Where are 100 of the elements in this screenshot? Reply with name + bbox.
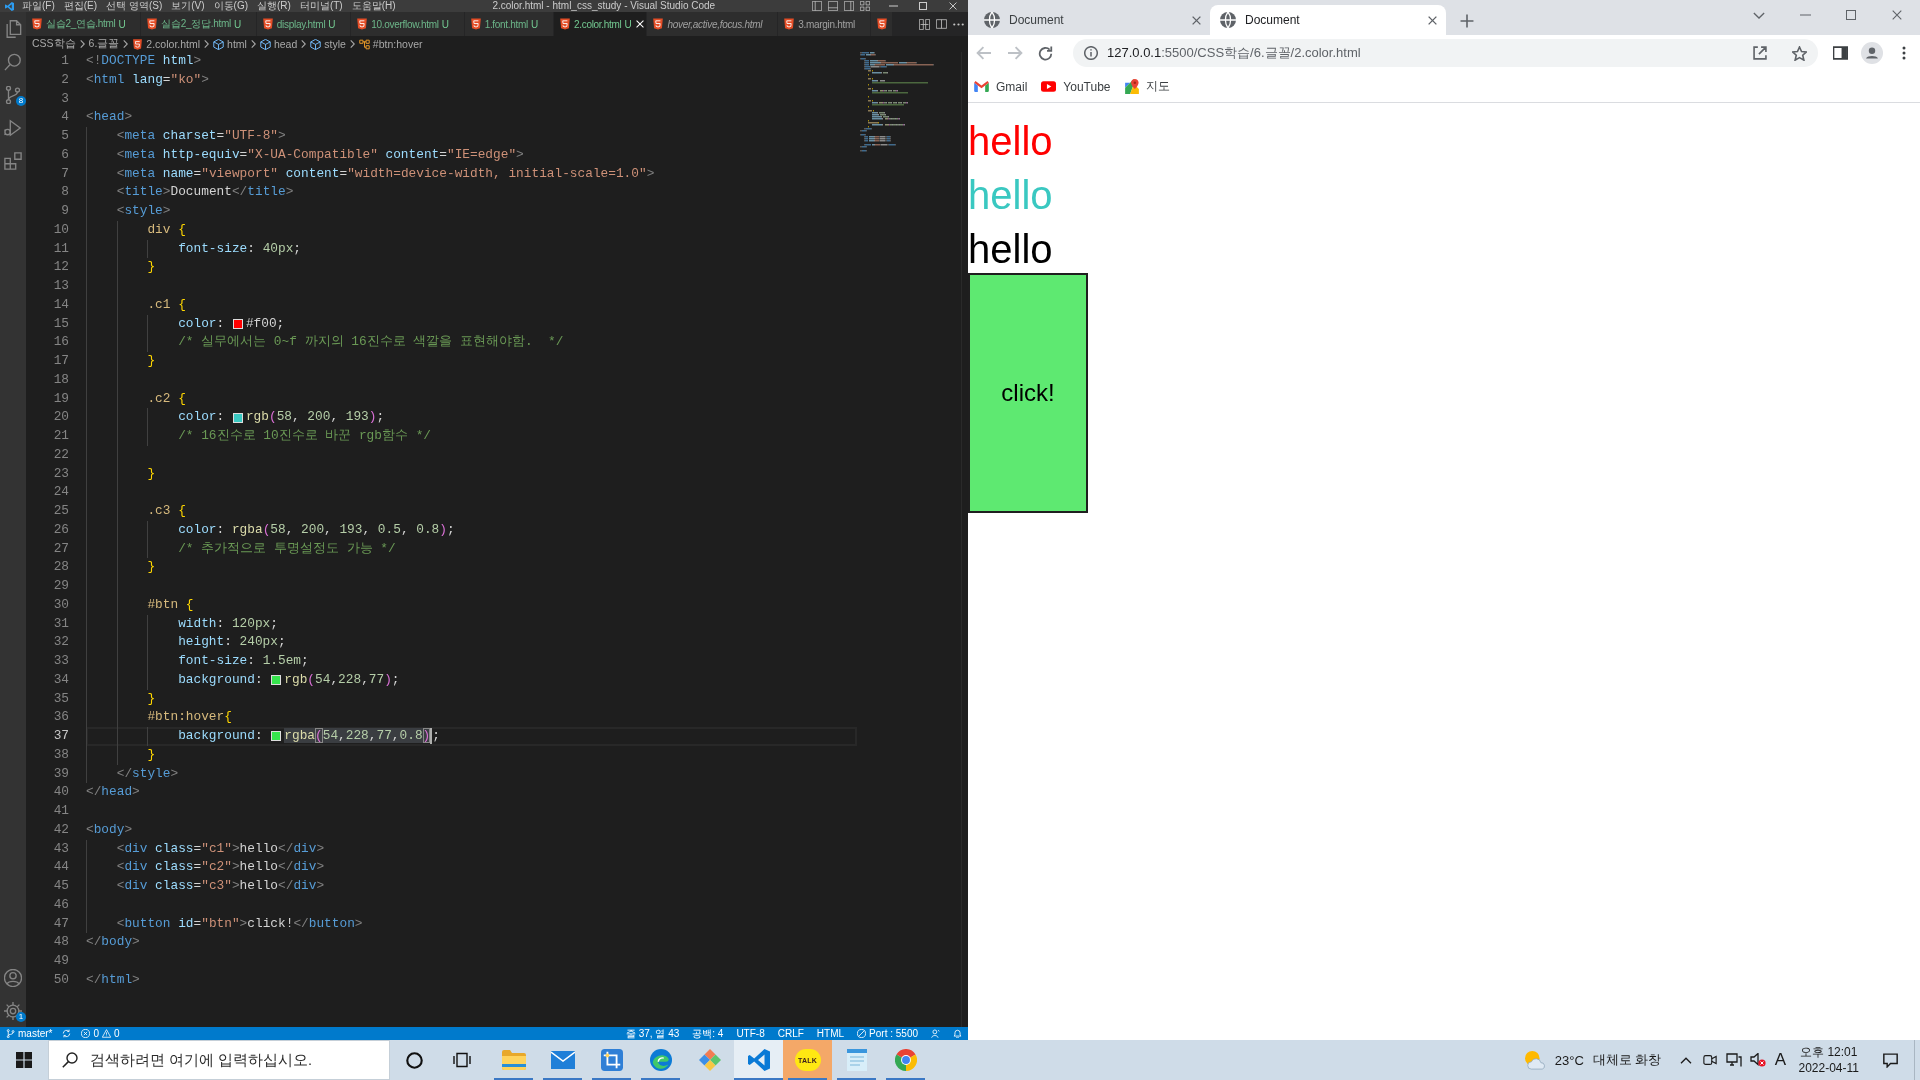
line-number: 25 [52, 502, 69, 520]
code-text: <div class="c1">hello</div> [116, 839, 325, 858]
windows-logo-icon[interactable] [16, 1052, 32, 1068]
chevron-up-icon[interactable] [1679, 1056, 1692, 1064]
folder-icon[interactable] [501, 1050, 526, 1070]
network-icon[interactable] [1725, 1053, 1742, 1067]
browser-tab[interactable]: Document [974, 5, 1210, 35]
panel-layout-icon[interactable] [828, 1, 838, 11]
breadcrumb-item[interactable]: head [259, 38, 298, 50]
line-number: 1 [60, 52, 69, 70]
code-text: .c3 { [147, 502, 186, 520]
code-text: } [147, 464, 156, 483]
editor-tab[interactable]: 1.font.html U [464, 12, 554, 36]
breadcrumb-item[interactable]: html [213, 38, 247, 50]
person-icon[interactable] [931, 1029, 940, 1038]
breadcrumb-item[interactable]: style [310, 38, 346, 50]
editor-tab[interactable]: 3.margin.html [778, 12, 871, 36]
editor-tab[interactable]: 2.color.html U [553, 12, 648, 36]
status-item[interactable]: HTML [816, 1027, 845, 1040]
menu-item[interactable]: 도움말(H) [351, 0, 396, 12]
minimize-icon[interactable] [888, 5, 898, 7]
bookmark[interactable]: Gmail [974, 79, 1028, 94]
split-editor-icon[interactable] [936, 19, 947, 29]
reload-icon[interactable] [1038, 45, 1053, 61]
layout-grid-icon[interactable] [860, 1, 870, 11]
run-debug-icon[interactable] [4, 118, 22, 137]
files-icon[interactable] [4, 19, 22, 38]
side-panel-icon[interactable] [1832, 46, 1848, 60]
taskbar-button[interactable] [734, 1040, 783, 1080]
task-view-icon[interactable] [453, 1052, 471, 1068]
port-button[interactable]: Port : 5500 [857, 1027, 918, 1040]
browser-logo-icon[interactable] [894, 1049, 917, 1071]
notification-icon[interactable] [1881, 1052, 1899, 1068]
right-sidebar-layout-icon[interactable] [844, 1, 854, 11]
status-item[interactable]: CRLF [777, 1027, 804, 1040]
star-icon[interactable] [1792, 45, 1807, 61]
address-field[interactable]: 127.0.0.1:5500/CSS학습/6.글꼴/2.color.html [1073, 39, 1818, 67]
menu-item[interactable]: 실행(R) [257, 0, 291, 12]
status-item[interactable]: 줄 37, 열 43 [625, 1027, 680, 1040]
menu-item[interactable]: 보기(V) [171, 0, 205, 12]
account-icon[interactable] [4, 968, 22, 987]
menu-item[interactable]: 이동(G) [213, 0, 249, 12]
breadcrumb-item[interactable]: CSS학습 [32, 37, 76, 51]
menu-item[interactable]: 선택 영역(S) [106, 0, 163, 12]
maximize-icon[interactable] [1846, 10, 1856, 20]
browser-tab[interactable]: Document [1210, 5, 1446, 35]
settings-icon[interactable] [4, 1001, 22, 1020]
line-number: 16 [52, 333, 69, 352]
extensions-icon[interactable] [4, 151, 22, 170]
editor-tab[interactable]: display.html U [256, 12, 352, 36]
bell-icon[interactable] [953, 1029, 962, 1038]
code-text: <div class="c3">hello</div> [116, 877, 325, 895]
problems-button[interactable]: 0 0 [81, 1027, 120, 1040]
envelope-icon[interactable] [550, 1051, 575, 1069]
cube-icon [213, 38, 225, 50]
line-number: 42 [52, 820, 69, 839]
branch-button[interactable]: master* [6, 1027, 53, 1040]
close-icon[interactable] [1428, 15, 1437, 25]
menu-item[interactable]: 파일(F) [22, 0, 55, 12]
input-mode-button[interactable]: A [1769, 1040, 1792, 1080]
browser-swirl-icon[interactable] [649, 1049, 672, 1071]
editor-tab[interactable]: 실습2_정답.html U [141, 12, 257, 36]
notepad-icon[interactable] [846, 1049, 867, 1071]
sync-icon[interactable] [62, 1029, 72, 1038]
editor-tab[interactable] [870, 12, 893, 36]
editor-logo-icon[interactable] [747, 1049, 770, 1071]
search-icon[interactable] [4, 52, 22, 71]
clock-button[interactable]: 오후 12:01 2022-04-11 [1791, 1040, 1866, 1080]
breadcrumb-item[interactable]: 2.color.html [132, 38, 201, 50]
more-icon[interactable] [1902, 46, 1906, 60]
share-icon[interactable] [1753, 46, 1767, 60]
avatar-icon[interactable] [1861, 42, 1883, 64]
editor-tab[interactable]: 실습2_연습.html U [26, 12, 142, 36]
menu-item[interactable]: 터미널(T) [299, 0, 343, 12]
search-field[interactable]: 검색하려면 여기에 입력하십시오. [48, 1040, 390, 1080]
bookmark[interactable]: 지도 [1124, 78, 1170, 95]
code-text: </head> [86, 783, 140, 802]
editor-tab[interactable]: hover,active,focus.html [647, 12, 779, 36]
page-button[interactable]: click! [968, 273, 1088, 513]
crop-tool-icon[interactable] [600, 1049, 623, 1071]
bookmark[interactable]: YouTube [1041, 79, 1111, 94]
status-item[interactable]: UTF-8 [736, 1027, 765, 1040]
status-item[interactable]: 공백: 4 [692, 1027, 724, 1040]
plus-icon[interactable] [1460, 14, 1474, 28]
menu-item[interactable]: 편집(E) [63, 0, 98, 12]
breadcrumb-item[interactable]: #btn:hover [358, 38, 423, 50]
camera-icon[interactable] [1702, 1054, 1717, 1066]
diamond-icon[interactable] [698, 1049, 721, 1071]
weather-widget[interactable]: 23°C 대체로 화창 [1515, 1040, 1674, 1080]
branch-icon[interactable] [4, 85, 22, 104]
search-icon [62, 1052, 78, 1068]
speaker-muted-icon[interactable] [1749, 1053, 1766, 1067]
count-badge: 8 [16, 96, 26, 106]
editor-tab[interactable]: 10.overflow.html U [351, 12, 465, 36]
circle-icon[interactable] [405, 1051, 423, 1069]
sidebar-layout-icon[interactable] [812, 1, 822, 11]
breadcrumb-item[interactable]: 6.글꼴 [88, 37, 120, 51]
compare-icon[interactable] [919, 18, 930, 30]
more-icon[interactable] [953, 22, 964, 26]
chevron-down-icon[interactable] [1753, 11, 1765, 19]
